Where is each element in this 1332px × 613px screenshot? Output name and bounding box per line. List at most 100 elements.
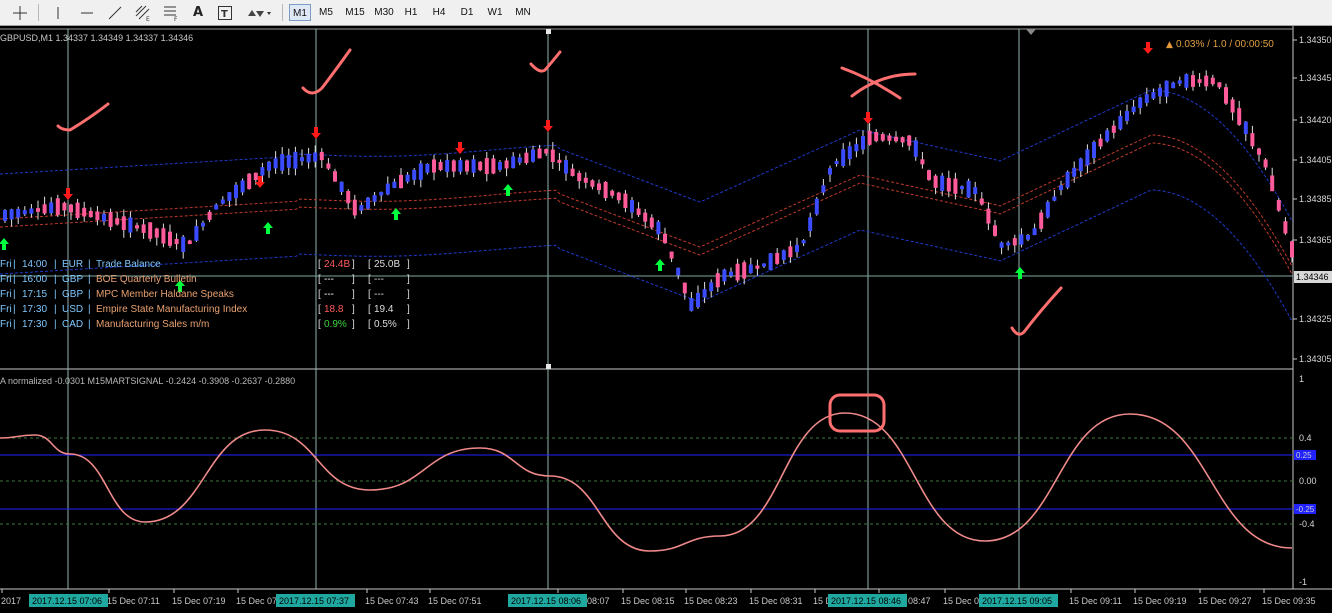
news-event: BOE Quarterly Bulletin	[96, 274, 197, 285]
news-bracket: ]	[407, 319, 410, 330]
bull-candle	[781, 250, 786, 260]
oscillator-axis-label: 0.4	[1299, 433, 1312, 443]
bull-candle	[940, 175, 945, 191]
bear-candle	[1111, 125, 1116, 133]
vertical-line-icon[interactable]	[48, 3, 68, 22]
level-tag-label: -0.25	[1296, 505, 1315, 514]
price-label: 1.34420	[1299, 115, 1332, 125]
bear-candle	[154, 228, 159, 238]
bear-candle	[247, 173, 252, 190]
timeframe-h1-button[interactable]: H1	[400, 4, 422, 21]
bull-candle	[267, 161, 271, 171]
bear-candle	[537, 148, 542, 159]
bull-candle	[385, 183, 390, 195]
bull-candle	[722, 269, 727, 282]
bear-candle	[550, 149, 555, 163]
news-separator: |	[13, 259, 16, 270]
bear-candle	[894, 136, 898, 142]
fibonacci-icon[interactable]: F	[160, 3, 182, 22]
bear-candle	[1276, 200, 1281, 211]
bull-candle	[1144, 94, 1149, 103]
news-event: Trade Balance	[96, 259, 161, 270]
price-label: 1.34325	[1299, 314, 1332, 324]
bull-candle	[306, 153, 311, 163]
horizontal-line-icon[interactable]	[76, 3, 98, 22]
news-bracket: [	[318, 289, 321, 300]
news-separator: |	[88, 259, 91, 270]
timeframe-h4-button[interactable]: H4	[428, 4, 450, 21]
equidistant-channel-icon[interactable]: E	[132, 3, 154, 22]
bear-candle	[590, 180, 595, 187]
bear-candle	[755, 265, 760, 269]
news-bracket: [	[368, 274, 371, 285]
text-icon[interactable]: A	[188, 3, 208, 22]
bear-candle	[900, 137, 905, 143]
bear-candle	[524, 152, 529, 164]
text-label-icon[interactable]: T	[214, 3, 236, 22]
time-axis-label: 15 Dec 09:27	[1198, 596, 1252, 606]
bull-candle	[1072, 167, 1077, 177]
bull-candle	[1052, 196, 1057, 201]
bear-candle	[682, 282, 687, 294]
bull-candle	[1026, 234, 1030, 240]
bull-candle	[729, 271, 733, 276]
news-bracket: ]	[407, 304, 410, 315]
bull-candle	[214, 204, 219, 210]
bear-candle	[135, 225, 139, 229]
news-time: 16:00	[22, 274, 48, 285]
bear-candle	[610, 190, 615, 196]
bull-candle	[425, 163, 430, 173]
timeframe-m15-button[interactable]: M15	[342, 4, 368, 21]
bull-candle	[709, 282, 714, 292]
news-forecast: 25.0B	[374, 259, 401, 270]
bull-candle	[564, 160, 568, 174]
bull-candle	[1177, 80, 1182, 84]
bull-candle	[1078, 158, 1083, 172]
bear-candle	[187, 240, 192, 245]
cursor-time-label: 2017.12.15 08:06	[511, 596, 581, 606]
news-separator: |	[54, 304, 57, 315]
bull-candle	[847, 146, 852, 160]
timeframe-m30-button[interactable]: M30	[371, 4, 397, 21]
news-forecast: 0.5%	[374, 319, 397, 330]
bull-candle	[379, 192, 384, 196]
bull-candle	[1006, 242, 1011, 246]
timeframe-mn-button[interactable]: MN	[511, 4, 535, 21]
bear-candle	[1283, 221, 1288, 234]
bull-candle	[689, 298, 694, 311]
bull-candle	[372, 195, 377, 202]
timer-arrow-icon: ▲	[1166, 40, 1173, 50]
bear-candle	[115, 218, 120, 225]
bull-candle	[405, 174, 410, 182]
cursor-time-label: 2017.12.15 08:46	[831, 596, 901, 606]
bull-candle	[676, 267, 681, 276]
timeframe-w1-button[interactable]: W1	[484, 4, 506, 21]
bull-candle	[366, 197, 370, 209]
bear-candle	[979, 198, 984, 205]
bull-candle	[227, 192, 232, 201]
timeframe-m5-button[interactable]: M5	[314, 4, 338, 21]
bull-candle	[1158, 87, 1162, 97]
bear-candle	[1250, 133, 1255, 147]
crosshair-icon[interactable]	[8, 3, 32, 22]
bull-candle	[418, 163, 423, 180]
bear-candle	[669, 251, 674, 259]
bear-candle	[1217, 82, 1222, 88]
bull-candle	[1019, 234, 1024, 245]
timeframe-d1-button[interactable]: D1	[456, 4, 478, 21]
bull-candle	[498, 162, 502, 170]
bear-candle	[867, 130, 872, 145]
timeframe-m1-button[interactable]: M1	[289, 4, 311, 21]
news-actual: 18.8	[324, 304, 344, 315]
bear-candle	[597, 183, 601, 191]
bear-candle	[55, 198, 60, 216]
news-bracket: [	[318, 304, 321, 315]
bear-candle	[887, 135, 892, 141]
trendline-icon[interactable]	[104, 3, 126, 22]
arrows-icon[interactable]	[244, 3, 274, 22]
bear-candle	[636, 208, 641, 215]
oscillator-axis-label: -0.4	[1299, 519, 1315, 529]
news-separator: |	[54, 289, 57, 300]
news-forecast: ---	[374, 289, 384, 300]
bull-candle	[471, 159, 476, 173]
